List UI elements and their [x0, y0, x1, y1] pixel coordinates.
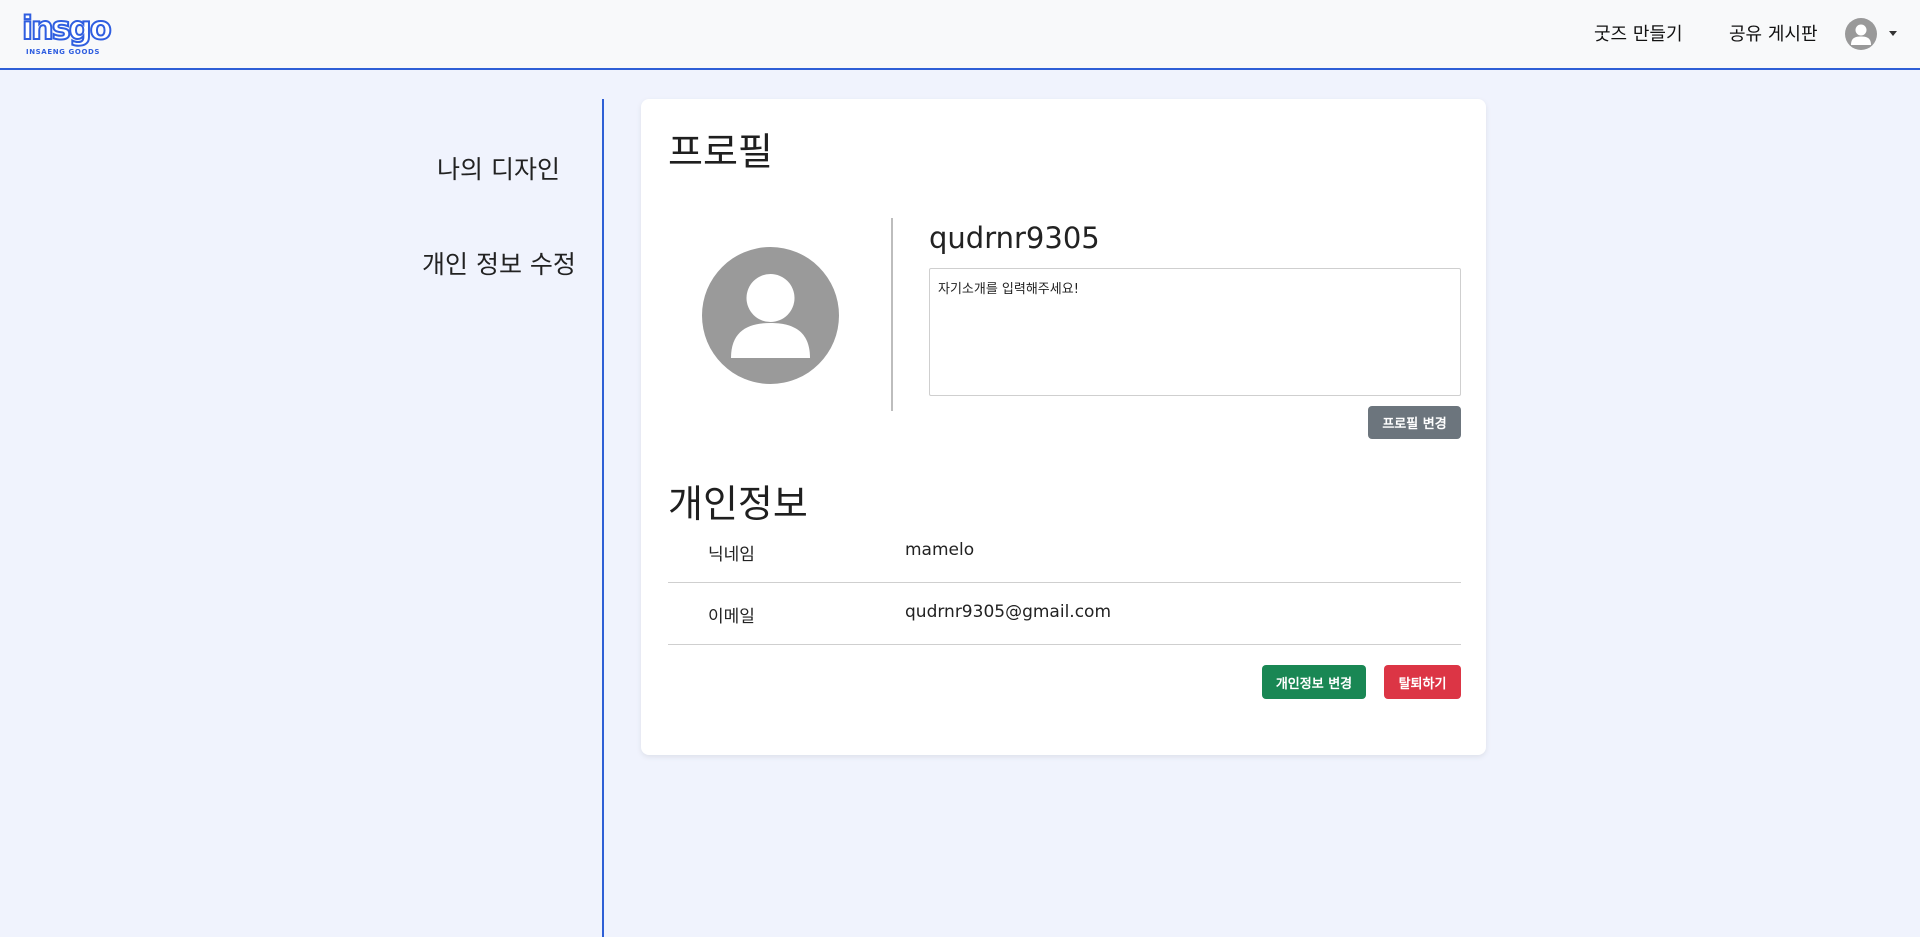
- logo-subtext: INSAENG GOODS: [26, 48, 101, 56]
- sidebar-divider: [602, 99, 604, 937]
- edit-personal-info-button[interactable]: 개인정보 변경: [1262, 665, 1366, 699]
- user-avatar-icon[interactable]: [1845, 18, 1877, 50]
- user-avatar-icon-svg: [1851, 24, 1871, 45]
- nickname-label: 닉네임: [708, 545, 755, 565]
- nav-share-board-link[interactable]: 공유 게시판: [1729, 20, 1818, 46]
- logo-mark: insgo: [21, 9, 113, 47]
- profile-username: qudrnr9305: [929, 221, 1100, 255]
- change-profile-button[interactable]: 프로필 변경: [1368, 406, 1461, 439]
- caret-down-icon[interactable]: [1889, 31, 1897, 36]
- nickname-value: mamelo: [905, 540, 975, 560]
- email-label: 이메일: [708, 607, 755, 627]
- info-row-nickname: 닉네임 mamelo: [668, 521, 1461, 583]
- profile-avatar-icon[interactable]: [702, 247, 839, 384]
- top-navbar: insgo INSAENG GOODS 굿즈 만들기 공유 게시판: [0, 0, 1920, 70]
- profile-section-title: 프로필: [668, 130, 773, 174]
- info-row-email: 이메일 qudrnr9305@gmail.com: [668, 583, 1461, 645]
- profile-card: 프로필 qudrnr9305 프로필 변경 개인정보 닉네임 mamelo 이메…: [641, 99, 1486, 755]
- email-value: qudrnr9305@gmail.com: [905, 602, 1112, 622]
- site-logo[interactable]: insgo INSAENG GOODS: [20, 9, 116, 58]
- bio-textarea[interactable]: [929, 268, 1461, 396]
- personal-info-section-title: 개인정보: [668, 482, 808, 526]
- profile-avatar-icon-svg: [731, 274, 810, 358]
- sidebar-item-edit-personal-info[interactable]: 개인 정보 수정: [422, 245, 576, 281]
- profile-divider: [891, 218, 893, 411]
- sidebar-item-my-design[interactable]: 나의 디자인: [437, 150, 560, 186]
- nav-make-goods-link[interactable]: 굿즈 만들기: [1594, 20, 1683, 46]
- withdraw-button[interactable]: 탈퇴하기: [1384, 665, 1461, 699]
